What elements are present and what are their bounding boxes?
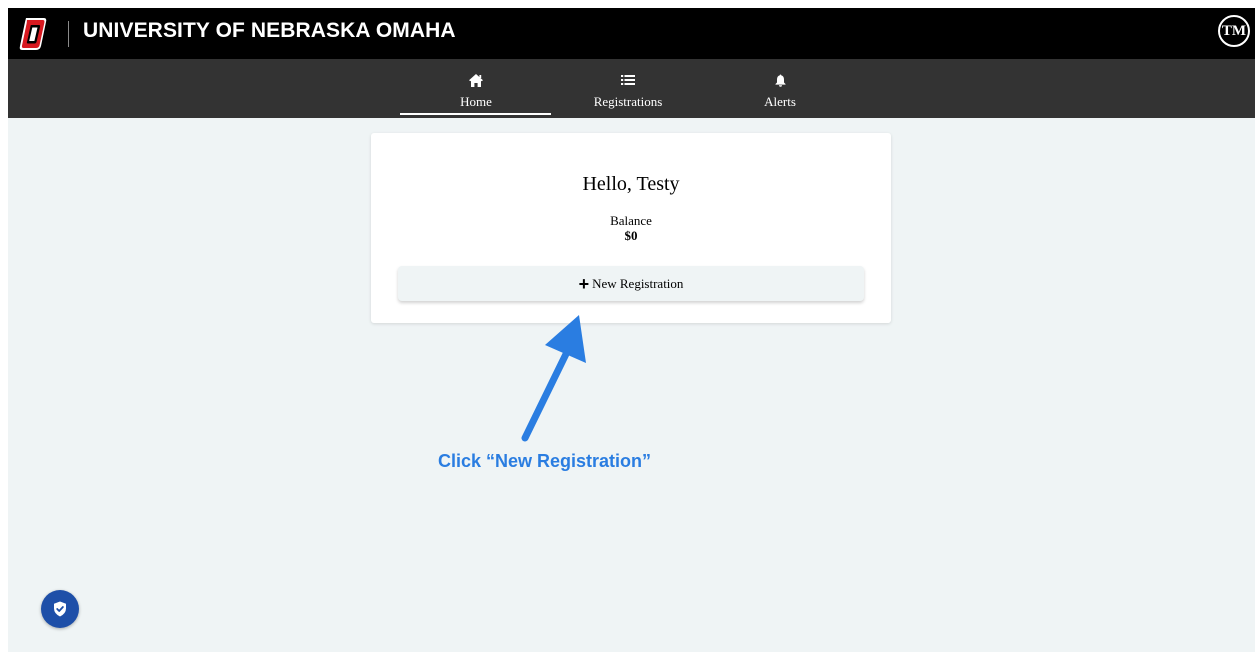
tab-home-label: Home [460, 94, 492, 109]
logo-divider [68, 21, 69, 47]
greeting-heading: Hello, Testy [582, 173, 680, 195]
university-name[interactable]: UNIVERSITY OF NEBRASKA OMAHA [83, 19, 456, 43]
active-tab-indicator [400, 113, 551, 115]
user-avatar[interactable]: TM [1218, 15, 1250, 47]
app-frame: UNIVERSITY OF NEBRASKA OMAHA TM Home Reg… [8, 8, 1255, 652]
tab-home[interactable]: Home [400, 59, 552, 118]
uno-logo-icon[interactable] [18, 16, 48, 52]
list-icon [552, 74, 704, 88]
tab-registrations-label: Registrations [593, 94, 663, 109]
tab-alerts[interactable]: Alerts [704, 59, 856, 118]
tab-registrations[interactable]: Registrations [552, 59, 704, 118]
new-registration-label: New Registration [592, 275, 684, 291]
new-registration-button[interactable]: + New Registration [398, 266, 864, 301]
balance-label: Balance [610, 213, 652, 228]
shield-check-icon [54, 601, 66, 617]
top-header: UNIVERSITY OF NEBRASKA OMAHA TM [8, 8, 1255, 59]
annotation-instruction: Click “New Registration” [438, 451, 652, 471]
security-shield-button[interactable] [41, 590, 79, 628]
bell-icon [704, 74, 856, 88]
main-nav: Home Registrations Alerts [8, 59, 1255, 118]
plus-icon: + [578, 273, 590, 294]
home-icon [400, 74, 552, 88]
balance-value: $0 [624, 228, 638, 243]
tab-alerts-label: Alerts [764, 94, 796, 109]
account-summary-card: Hello, Testy Balance $0 + New Registrati… [371, 133, 891, 323]
